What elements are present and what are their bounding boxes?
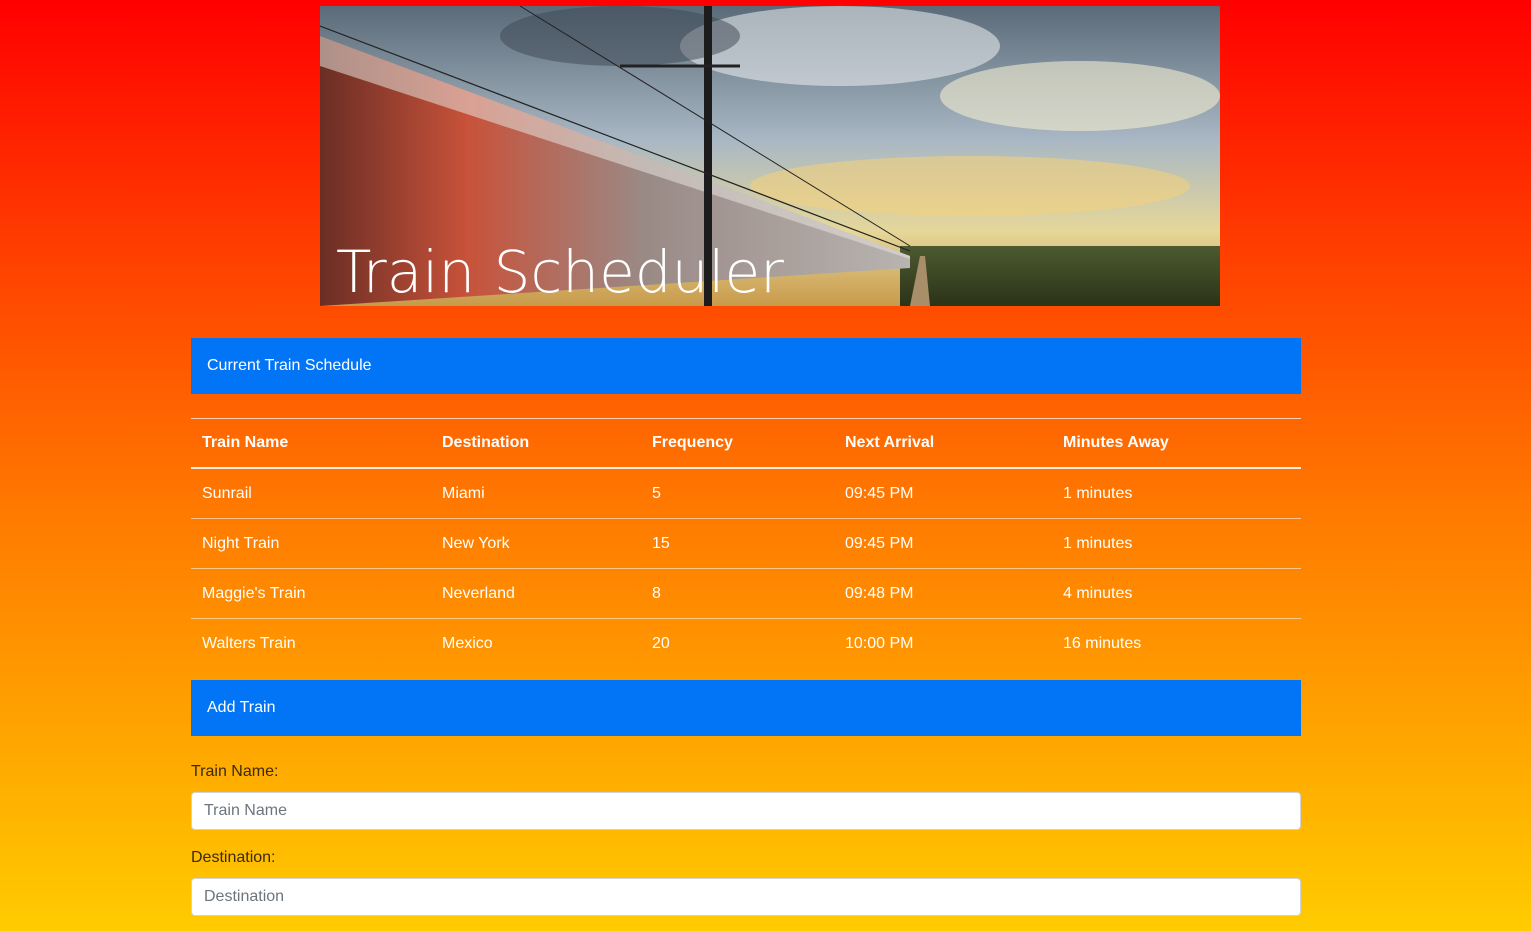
next-arrival-cell: 09:45 PM [834, 468, 1052, 519]
destination-cell: New York [431, 518, 641, 569]
frequency-cell: 15 [641, 518, 834, 569]
destination-cell: Mexico [442, 634, 493, 652]
frequency-cell: 5 [641, 468, 834, 519]
train-name-cell: Walters Train [202, 634, 296, 652]
column-header-train-name: Train Name [191, 418, 431, 469]
frequency-cell: 8 [641, 568, 834, 619]
next-arrival-cell: 10:00 PM [845, 634, 914, 652]
minutes-away-cell: 16 minutes [1063, 634, 1142, 652]
column-header-minutes-away: Minutes Away [1052, 418, 1301, 469]
frequency-cell: 20 [652, 634, 670, 652]
add-train-panel-header: Add Train [191, 680, 1301, 736]
column-header-destination: Destination [431, 418, 641, 469]
train-name-cell: Maggie's Train [191, 568, 431, 619]
minutes-away-cell: 1 minutes [1052, 468, 1301, 519]
table-row: Night Train New York 15 09:45 PM 1 minut… [191, 518, 1301, 569]
destination-cell: Neverland [431, 568, 641, 619]
table-row: Sunrail Miami 5 09:45 PM 1 minutes [191, 468, 1301, 519]
minutes-away-cell: 4 minutes [1052, 568, 1301, 619]
train-name-cell: Night Train [191, 518, 431, 569]
destination-input[interactable] [191, 878, 1301, 916]
table-header-row: Train Name Destination Frequency Next Ar… [191, 418, 1301, 469]
train-name-input[interactable] [191, 792, 1301, 830]
next-arrival-cell: 09:45 PM [834, 518, 1052, 569]
train-name-label: Train Name: [191, 763, 279, 780]
minutes-away-cell: 1 minutes [1052, 518, 1301, 569]
schedule-table: Train Name Destination Frequency Next Ar… [191, 418, 1301, 668]
schedule-panel-header: Current Train Schedule [191, 338, 1301, 394]
next-arrival-cell: 09:48 PM [834, 568, 1052, 619]
hero-banner: Train Scheduler [320, 6, 1220, 306]
page-title: Train Scheduler [336, 238, 784, 306]
destination-cell: Miami [431, 468, 641, 519]
column-header-next-arrival: Next Arrival [834, 418, 1052, 469]
destination-label: Destination: [191, 849, 276, 866]
train-name-cell: Sunrail [191, 468, 431, 519]
column-header-frequency: Frequency [641, 418, 834, 469]
table-row: Walters Train Mexico 20 10:00 PM 16 minu… [191, 619, 1301, 669]
table-row: Maggie's Train Neverland 8 09:48 PM 4 mi… [191, 568, 1301, 619]
